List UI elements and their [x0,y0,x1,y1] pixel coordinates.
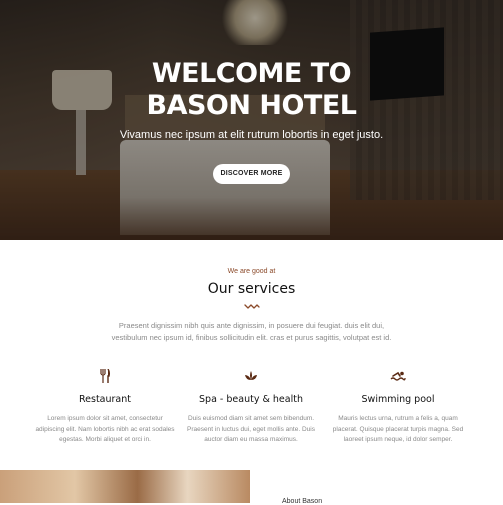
services-title: Our services [207,281,296,297]
hero-title-line2: BASON HOTEL [146,90,358,121]
hero-title-line1: WELCOME TO [151,58,352,89]
hero-section: WELCOME TO BASON HOTEL Vivamus nec ipsum… [0,0,503,240]
service-name: Restaurant [78,394,131,405]
service-name: Spa - beauty & health [199,394,303,405]
about-image [0,470,250,503]
services-intro: Praesent dignissim nibh quis ante dignis… [111,321,392,342]
hero-subtitle: Vivamus nec ipsum at elit rutrum loborti… [119,129,384,141]
spa-icon [181,368,321,384]
service-description: Lorem ipsum dolor sit amet, consectetur … [35,415,175,443]
discover-more-button[interactable]: DISCOVER MORE [213,164,290,184]
about-section: About Bason [0,470,503,505]
swimming-pool-icon [328,368,468,384]
service-swimming-pool: Swimming pool Mauris lectus urna, rutrum… [328,368,468,446]
service-description: Duis euismod diam sit amet sem bibendum.… [187,415,315,443]
services-eyebrow: We are good at [227,268,276,275]
service-restaurant: Restaurant Lorem ipsum dolor sit amet, c… [35,368,175,446]
about-label: About Bason [282,498,323,505]
restaurant-icon [35,368,175,384]
service-description: Mauris lectus urna, rutrum a felis a, qu… [332,415,464,443]
service-name: Swimming pool [361,394,435,405]
hero-content: WELCOME TO BASON HOTEL Vivamus nec ipsum… [0,0,503,240]
service-spa: Spa - beauty & health Duis euismod diam … [181,368,321,446]
wave-divider-icon [244,304,260,309]
